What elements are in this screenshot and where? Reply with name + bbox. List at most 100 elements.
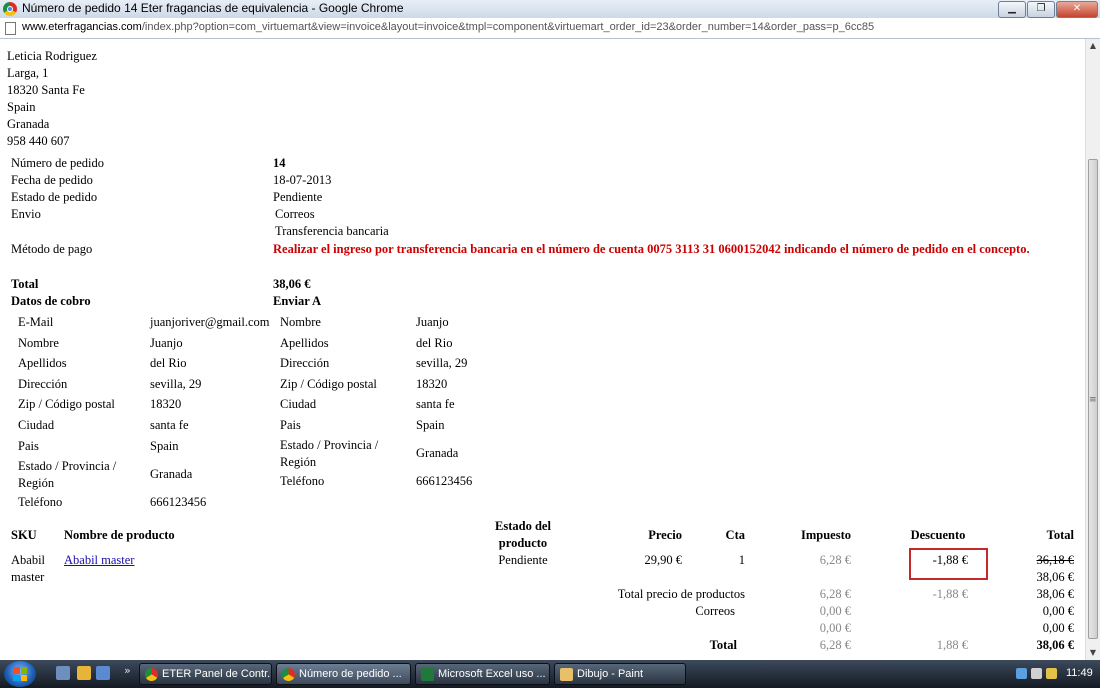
page-icon: [5, 22, 16, 35]
shipping-label: Dirección: [280, 356, 330, 370]
media-player-icon[interactable]: [77, 666, 91, 680]
payment-method-label: Método de pago: [11, 242, 93, 256]
chrome-icon: [3, 2, 17, 16]
shipping-label: Zip / Código postal: [280, 377, 377, 391]
shipping-value: Spain: [416, 418, 445, 432]
customer-region: Granada: [7, 117, 50, 131]
maximize-button[interactable]: ❐: [1027, 1, 1055, 18]
product-link[interactable]: Ababil master: [64, 552, 134, 569]
shipping-value: del Rio: [416, 336, 453, 350]
order-date: 18-07-2013: [273, 173, 332, 187]
item-sku: Ababil master: [11, 553, 46, 584]
payment-method: Transferencia bancaria: [275, 224, 389, 238]
scroll-down-arrow-icon[interactable]: ▼: [1086, 646, 1100, 660]
item-price: 29,90 €: [644, 553, 683, 567]
security-icon[interactable]: [1046, 668, 1057, 679]
shipping-value: santa fe: [416, 397, 455, 411]
billing-label: Estado / Provincia / Región: [18, 459, 117, 490]
scroll-up-arrow-icon[interactable]: ▲: [1086, 39, 1100, 53]
shipping-value: 666123456: [416, 474, 473, 488]
system-tray: 11:49: [1000, 660, 1100, 688]
task-label: ETER Panel de Contr...: [162, 668, 272, 680]
billing-label: Pais: [18, 439, 39, 453]
windows-logo-icon: [13, 667, 27, 681]
billing-value: Granada: [150, 467, 193, 481]
shipping-label: Ciudad: [280, 397, 317, 411]
billing-label: Apellidos: [18, 356, 67, 370]
item-qty: 1: [738, 553, 745, 567]
col-sku: SKU: [11, 528, 37, 542]
billing-value: Spain: [150, 439, 179, 453]
item-tax: 6,28 €: [819, 553, 851, 567]
chrome-icon: [145, 668, 158, 681]
item-status: Pendiente: [498, 553, 548, 567]
billing-heading: Datos de cobro: [11, 294, 91, 308]
col-total: Total: [1046, 528, 1074, 542]
shipping-label: Pais: [280, 418, 301, 432]
subtotal-discount: -1,88 €: [932, 587, 968, 601]
billing-email: juanjoriver@gmail.com: [150, 315, 270, 329]
grand-total: 38,06 €: [1036, 638, 1075, 652]
shipping-label: Apellidos: [280, 336, 329, 350]
shipping-heading: Enviar A: [273, 294, 322, 308]
col-qty: Cta: [725, 528, 745, 542]
payment-row-tax: 0,00 €: [819, 621, 851, 635]
shipping-label: Teléfono: [280, 474, 325, 488]
task-eter-panel[interactable]: ETER Panel de Contr...: [139, 663, 272, 685]
col-product-status: Estado del producto: [495, 519, 551, 550]
shipping-value: 18320: [416, 377, 448, 391]
excel-icon: [421, 668, 434, 681]
shipping-label: Estado / Provincia / Región: [280, 438, 379, 469]
show-desktop-icon[interactable]: [56, 666, 70, 680]
taskbar-clock[interactable]: 11:49: [1066, 667, 1093, 679]
col-price: Precio: [648, 528, 682, 542]
address-bar[interactable]: www.eterfragancias.com/index.php?option=…: [0, 18, 1100, 39]
shipping-value: sevilla, 29: [416, 356, 468, 370]
address-url[interactable]: www.eterfragancias.com/index.php?option=…: [22, 21, 874, 33]
subtotal-label: Total precio de productos: [617, 587, 745, 601]
customer-phone: 958 440 607: [7, 134, 70, 148]
shipping-method: Correos: [275, 207, 315, 221]
windows-taskbar: » ETER Panel de Contr... Número de pedid…: [0, 660, 1100, 688]
billing-label: Zip / Código postal: [18, 397, 115, 411]
minimize-button[interactable]: ▁: [998, 1, 1026, 18]
switch-windows-icon[interactable]: [96, 666, 110, 680]
quicklaunch-chevron-icon[interactable]: »: [124, 664, 131, 677]
task-label: Número de pedido ...: [299, 668, 402, 680]
task-paint[interactable]: Dibujo - Paint: [554, 663, 686, 685]
customer-street: Larga, 1: [7, 66, 49, 80]
shipping-value: Granada: [416, 446, 459, 460]
start-button[interactable]: [4, 661, 36, 687]
billing-value: Juanjo: [150, 336, 183, 350]
task-label: Dibujo - Paint: [577, 668, 644, 680]
order-date-label: Fecha de pedido: [11, 173, 93, 187]
customer-country: Spain: [7, 100, 36, 114]
window-controls: ▁ ❐ ✕: [998, 1, 1098, 18]
vertical-scrollbar[interactable]: ▲ ≡ ▼: [1085, 39, 1100, 660]
customer-city: 18320 Santa Fe: [7, 83, 85, 97]
volume-icon[interactable]: [1031, 668, 1042, 679]
col-discount: Descuento: [910, 528, 966, 542]
close-button[interactable]: ✕: [1056, 1, 1098, 18]
shipping-label: Nombre: [280, 315, 321, 329]
billing-label: Nombre: [18, 336, 59, 350]
item-total-old: 36,18 €: [1036, 553, 1075, 567]
billing-value: 18320: [150, 397, 182, 411]
grand-total-label: Total: [709, 638, 737, 652]
order-total-label: Total: [11, 277, 39, 291]
billing-value: santa fe: [150, 418, 189, 432]
col-tax: Impuesto: [800, 528, 851, 542]
subtotal-total: 38,06 €: [1036, 587, 1075, 601]
billing-label: Dirección: [18, 377, 68, 391]
payment-instructions: Realizar el ingreso por transferencia ba…: [273, 242, 1030, 256]
subtotal-tax: 6,28 €: [819, 587, 851, 601]
invoice-page: Leticia Rodriguez Larga, 1 18320 Santa F…: [0, 39, 1086, 660]
window-titlebar[interactable]: Número de pedido 14 Eter fragancias de e…: [0, 0, 1100, 19]
order-number: 14: [273, 156, 286, 170]
network-icon[interactable]: [1016, 668, 1027, 679]
payment-row-total: 0,00 €: [1042, 621, 1074, 635]
billing-value: 666123456: [150, 495, 207, 509]
task-excel[interactable]: Microsoft Excel uso ...: [415, 663, 550, 685]
task-order-invoice[interactable]: Número de pedido ...: [276, 663, 411, 685]
order-status: Pendiente: [273, 190, 323, 204]
